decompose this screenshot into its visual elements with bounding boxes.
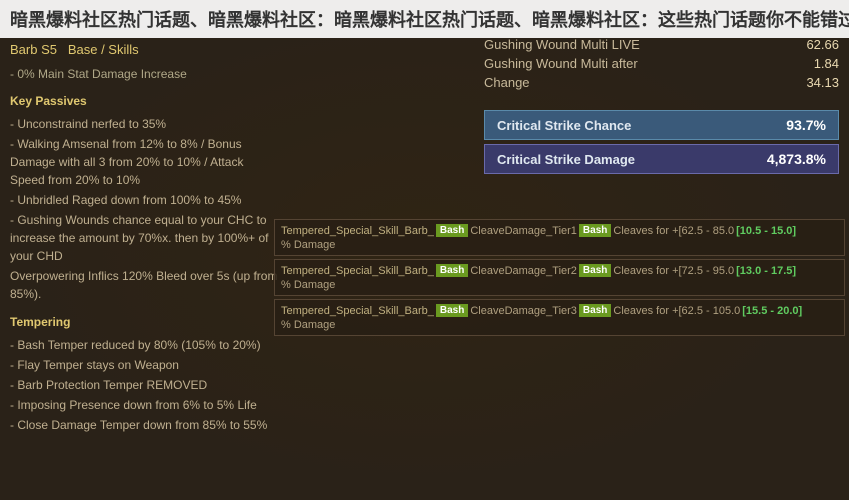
crit-damage-label: Critical Strike Damage xyxy=(497,152,635,167)
top-banner: 暗黑爆料社区热门话题、暗黑爆料社区：暗黑爆料社区热门话题、暗黑爆料社区：这些热门… xyxy=(0,0,849,38)
skill-range-2: [15.5 - 20.0] xyxy=(742,305,802,317)
tempering-line-4: - Close Damage Temper down from 85% to 5… xyxy=(10,416,280,434)
tempering-line-3: - Imposing Presence down from 6% to 5% L… xyxy=(10,396,280,414)
tab-label: Base / Skills xyxy=(68,42,139,57)
barb-header: Barb S5 Base / Skills xyxy=(10,40,280,61)
banner-prefix: 暗黑爆料社区热门话题、暗黑爆料社区： xyxy=(10,10,334,30)
change-value: 34.13 xyxy=(806,75,839,90)
change-label: Change xyxy=(484,75,530,90)
tempering-line-1: - Flay Temper stays on Weapon xyxy=(10,356,280,374)
bash-badge-2b: Bash xyxy=(579,304,611,317)
skill-range-0: [10.5 - 15.0] xyxy=(736,225,796,237)
crit-boxes: Critical Strike Chance 93.7% Critical St… xyxy=(484,110,839,178)
gushing-after-row: Gushing Wound Multi after 1.84 xyxy=(484,54,839,73)
crit-chance-label: Critical Strike Chance xyxy=(497,118,631,133)
crit-chance-value: 93.7% xyxy=(786,117,826,133)
skill-desc-1: Cleaves for +[72.5 - 95.0 xyxy=(613,265,734,277)
bash-badge-0b: Bash xyxy=(579,224,611,237)
tempering-header: Tempering xyxy=(10,313,280,332)
main-content: 暗黑爆料社区热门话题、暗黑爆料社区：暗黑爆料社区热门话题、暗黑爆料社区：这些热门… xyxy=(0,0,849,500)
gushing-live-label: Gushing Wound Multi LIVE xyxy=(484,37,640,52)
tempered-row-0: Tempered_Special_Skill_Barb_ Bash Cleave… xyxy=(274,219,845,256)
main-stat-line: - 0% Main Stat Damage Increase xyxy=(10,65,280,84)
tempered-row-1: Tempered_Special_Skill_Barb_ Bash Cleave… xyxy=(274,259,845,296)
tempering-section: Tempering - Bash Temper reduced by 80% (… xyxy=(10,313,280,434)
change-row: Change 34.13 xyxy=(484,73,839,92)
banner-text: 暗黑爆料社区热门话题、暗黑爆料社区：这些热门话题你不能错过 xyxy=(334,10,849,30)
key-passives-header: Key Passives xyxy=(10,92,280,111)
gushing-after-value: 1.84 xyxy=(814,56,839,71)
skill-range-1: [13.0 - 17.5] xyxy=(736,265,796,277)
crit-damage-box: Critical Strike Damage 4,873.8% xyxy=(484,144,839,174)
skill-end-2: % Damage xyxy=(281,319,335,331)
skill-name-0: Tempered_Special_Skill_Barb_ xyxy=(281,225,434,237)
barb-label: Barb S5 xyxy=(10,42,57,57)
skill-desc-0: Cleaves for +[62.5 - 85.0 xyxy=(613,225,734,237)
bash-badge-1a: Bash xyxy=(436,264,468,277)
skill-suffix-1: CleaveDamage_Tier2 xyxy=(470,265,577,277)
crit-damage-value: 4,873.8% xyxy=(767,151,826,167)
bash-badge-2a: Bash xyxy=(436,304,468,317)
left-panel: Barb S5 Base / Skills - 0% Main Stat Dam… xyxy=(0,32,290,444)
passive-line-3: - Gushing Wounds chance equal to your CH… xyxy=(10,211,280,265)
passive-line-0: - Unconstraind nerfed to 35% xyxy=(10,115,280,133)
skill-suffix-0: CleaveDamage_Tier1 xyxy=(470,225,577,237)
tempered-row-2: Tempered_Special_Skill_Barb_ Bash Cleave… xyxy=(274,299,845,336)
passive-line-1: - Walking Amsenal from 12% to 8% / Bonus… xyxy=(10,135,280,189)
gushing-after-label: Gushing Wound Multi after xyxy=(484,56,638,71)
bash-badge-1b: Bash xyxy=(579,264,611,277)
skill-suffix-2: CleaveDamage_Tier3 xyxy=(470,305,577,317)
skill-name-2: Tempered_Special_Skill_Barb_ xyxy=(281,305,434,317)
tempered-skills: Tempered_Special_Skill_Barb_ Bash Cleave… xyxy=(270,215,849,343)
skill-end-1: % Damage xyxy=(281,279,335,291)
skill-desc-2: Cleaves for +[62.5 - 105.0 xyxy=(613,305,740,317)
tempering-line-2: - Barb Protection Temper REMOVED xyxy=(10,376,280,394)
right-stats: Gushing Wound Multi LIVE 62.66 Gushing W… xyxy=(484,35,839,92)
tempering-line-0: - Bash Temper reduced by 80% (105% to 20… xyxy=(10,336,280,354)
skill-name-1: Tempered_Special_Skill_Barb_ xyxy=(281,265,434,277)
passive-line-4: Overpowering Inflics 120% Bleed over 5s … xyxy=(10,267,280,303)
passive-line-2: - Unbridled Raged down from 100% to 45% xyxy=(10,191,280,209)
skill-end-0: % Damage xyxy=(281,239,335,251)
bash-badge-0a: Bash xyxy=(436,224,468,237)
crit-chance-box: Critical Strike Chance 93.7% xyxy=(484,110,839,140)
gushing-live-value: 62.66 xyxy=(806,37,839,52)
